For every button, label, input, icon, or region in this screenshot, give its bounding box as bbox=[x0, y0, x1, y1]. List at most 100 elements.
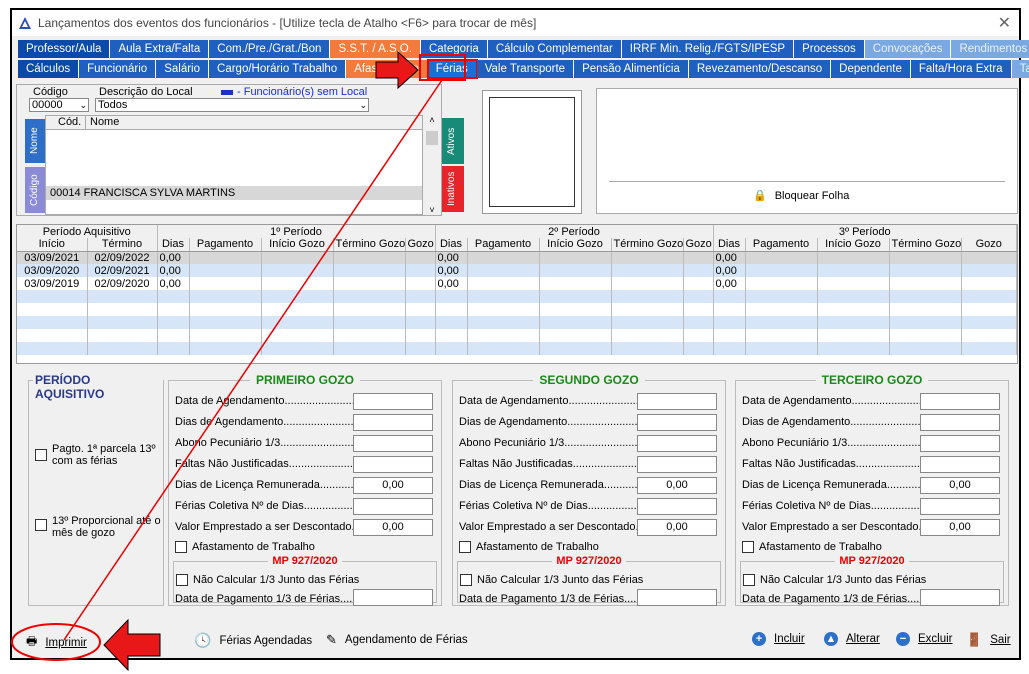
input-data-pagamento[interactable] bbox=[920, 589, 1000, 606]
tab-secondary-3[interactable]: Cargo/Horário Trabalho bbox=[209, 60, 347, 78]
ferias-agendadas-button[interactable]: 🕓 Férias Agendadas bbox=[194, 632, 312, 649]
table-cell[interactable] bbox=[261, 290, 334, 303]
tab-secondary-0[interactable]: Cálculos bbox=[18, 60, 80, 78]
col-header-termino[interactable]: Término bbox=[87, 238, 158, 252]
table-cell[interactable] bbox=[405, 329, 436, 342]
close-icon[interactable]: ✕ bbox=[998, 13, 1011, 33]
table-cell[interactable] bbox=[683, 316, 714, 329]
table-cell[interactable] bbox=[817, 329, 890, 342]
table-cell[interactable] bbox=[611, 290, 684, 303]
afastamento-checkbox[interactable]: Afastamento de Trabalho bbox=[459, 541, 599, 554]
table-cell[interactable] bbox=[683, 277, 714, 290]
checkbox-icon[interactable] bbox=[742, 541, 754, 554]
table-row[interactable]: 03/09/2019 02/09/2020 0,00 0,00 0,00 bbox=[17, 277, 1017, 290]
input-data-pagamento[interactable] bbox=[353, 589, 433, 606]
table-row[interactable] bbox=[17, 303, 1017, 316]
checkbox-icon[interactable] bbox=[176, 574, 188, 587]
list-item[interactable]: 00014 FRANCISCA SYLVA MARTINS bbox=[46, 186, 422, 200]
table-cell[interactable] bbox=[333, 329, 406, 342]
table-cell[interactable] bbox=[961, 303, 1017, 316]
input-licenca[interactable]: 0,00 bbox=[637, 477, 717, 494]
table-cell[interactable]: 0,00 bbox=[157, 277, 190, 290]
table-cell[interactable]: 0,00 bbox=[435, 264, 468, 277]
table-cell[interactable]: 03/09/2019 bbox=[17, 277, 88, 290]
table-cell[interactable] bbox=[539, 290, 612, 303]
scroll-up-icon[interactable]: ˄ bbox=[425, 115, 439, 125]
table-cell[interactable] bbox=[889, 303, 962, 316]
table-cell[interactable] bbox=[333, 303, 406, 316]
table-row[interactable] bbox=[17, 329, 1017, 342]
table-cell[interactable] bbox=[87, 303, 158, 316]
table-cell[interactable] bbox=[189, 290, 262, 303]
table-cell[interactable] bbox=[889, 277, 962, 290]
table-row[interactable]: 03/09/2021 02/09/2022 0,00 0,00 0,00 bbox=[17, 251, 1017, 264]
table-cell[interactable] bbox=[683, 264, 714, 277]
table-cell[interactable] bbox=[405, 290, 436, 303]
tab-secondary-10[interactable]: Falta/Hora Extra bbox=[910, 60, 1012, 78]
afastamento-checkbox[interactable]: Afastamento de Trabalho bbox=[175, 541, 315, 554]
input-faltas[interactable] bbox=[637, 456, 717, 473]
table-cell[interactable] bbox=[333, 316, 406, 329]
table-cell[interactable] bbox=[467, 251, 540, 264]
table-cell[interactable] bbox=[189, 316, 262, 329]
table-cell[interactable] bbox=[261, 264, 334, 277]
tab-secondary-8[interactable]: Revezamento/Descanso bbox=[688, 60, 832, 78]
table-cell[interactable] bbox=[889, 329, 962, 342]
tab-secondary-9[interactable]: Dependente bbox=[831, 60, 911, 78]
checkbox-icon[interactable] bbox=[35, 519, 47, 531]
proporcional-13-checkbox[interactable]: 13º Proporcional até o mês de gozo bbox=[35, 515, 161, 539]
table-cell[interactable] bbox=[157, 303, 190, 316]
table-cell[interactable] bbox=[611, 316, 684, 329]
table-cell[interactable] bbox=[189, 342, 262, 355]
table-cell[interactable] bbox=[333, 277, 406, 290]
table-cell[interactable] bbox=[261, 342, 334, 355]
input-abono[interactable] bbox=[637, 435, 717, 452]
table-cell[interactable] bbox=[435, 329, 468, 342]
col-nome-header[interactable]: Nome bbox=[86, 116, 119, 129]
table-cell[interactable] bbox=[961, 264, 1017, 277]
table-cell[interactable] bbox=[745, 264, 818, 277]
tab-primary-7[interactable]: Processos bbox=[794, 40, 865, 58]
table-cell[interactable] bbox=[889, 342, 962, 355]
col-header-gozo[interactable]: Gozo bbox=[405, 238, 436, 252]
table-cell[interactable] bbox=[157, 342, 190, 355]
input-coletiva[interactable] bbox=[353, 498, 433, 515]
tab-primary-3[interactable]: S.S.T. / A.S.O. bbox=[330, 40, 421, 58]
table-cell[interactable] bbox=[261, 251, 334, 264]
table-cell[interactable] bbox=[745, 303, 818, 316]
tab-ativos[interactable]: Ativos bbox=[442, 118, 464, 164]
input-dias-agendamento[interactable] bbox=[637, 414, 717, 431]
table-cell[interactable] bbox=[961, 251, 1017, 264]
table-cell[interactable] bbox=[333, 264, 406, 277]
table-cell[interactable] bbox=[539, 342, 612, 355]
table-cell[interactable] bbox=[261, 277, 334, 290]
table-cell[interactable] bbox=[17, 316, 88, 329]
tab-secondary-4[interactable]: Afastamento bbox=[346, 60, 428, 78]
input-faltas[interactable] bbox=[920, 456, 1000, 473]
sair-button[interactable]: 🚪 Sair bbox=[966, 632, 1011, 648]
table-cell[interactable] bbox=[817, 277, 890, 290]
table-cell[interactable]: 02/09/2022 bbox=[87, 251, 158, 264]
table-cell[interactable]: 0,00 bbox=[157, 251, 190, 264]
table-cell[interactable] bbox=[745, 329, 818, 342]
tab-secondary-11[interactable]: Tarefa bbox=[1011, 60, 1029, 78]
table-cell[interactable] bbox=[713, 316, 746, 329]
table-cell[interactable] bbox=[745, 342, 818, 355]
table-cell[interactable] bbox=[539, 303, 612, 316]
table-cell[interactable] bbox=[817, 251, 890, 264]
table-cell[interactable] bbox=[435, 342, 468, 355]
table-cell[interactable] bbox=[17, 290, 88, 303]
table-cell[interactable]: 0,00 bbox=[713, 264, 746, 277]
table-cell[interactable] bbox=[817, 264, 890, 277]
table-cell[interactable] bbox=[405, 316, 436, 329]
checkbox-icon[interactable] bbox=[743, 574, 755, 587]
table-cell[interactable]: 0,00 bbox=[435, 251, 468, 264]
col-header-termino-gozo[interactable]: Término Gozo bbox=[889, 238, 962, 252]
table-cell[interactable] bbox=[333, 251, 406, 264]
nao-calcular-checkbox[interactable]: Não Calcular 1/3 Junto das Férias bbox=[176, 574, 359, 587]
table-row[interactable]: 03/09/2020 02/09/2021 0,00 0,00 0,00 bbox=[17, 264, 1017, 277]
col-header-inicio[interactable]: Início bbox=[17, 238, 88, 252]
table-cell[interactable] bbox=[817, 342, 890, 355]
table-cell[interactable] bbox=[467, 277, 540, 290]
table-cell[interactable] bbox=[333, 290, 406, 303]
